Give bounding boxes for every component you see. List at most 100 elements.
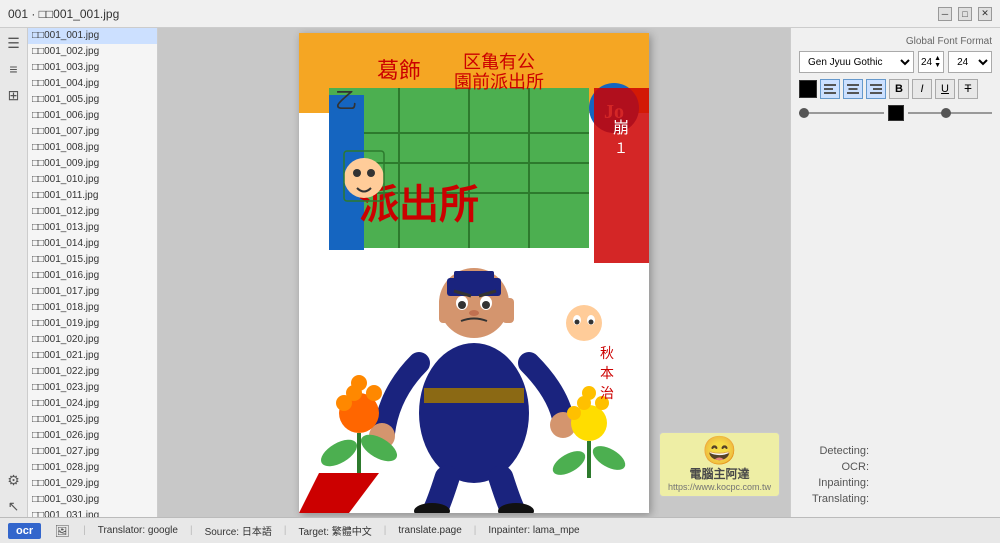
file-list-item[interactable]: □□001_023.jpg	[28, 380, 157, 396]
main-layout: ☰ ≡ ⊞ ⚙ ↖ □□001_001.jpg□□001_002.jpg□□00…	[0, 28, 1000, 517]
font-controls: Gen Jyuu GothicArialTimes New Roman 24 ▲…	[799, 51, 992, 73]
minimize-button[interactable]: ─	[938, 7, 952, 21]
file-list-item[interactable]: □□001_012.jpg	[28, 204, 157, 220]
file-list-item[interactable]: □□001_020.jpg	[28, 332, 157, 348]
inpainting-label: Inpainting:	[799, 477, 869, 489]
gear-icon[interactable]: ⚙	[3, 469, 25, 491]
file-list-item[interactable]: □□001_016.jpg	[28, 268, 157, 284]
svg-text:治: 治	[600, 386, 614, 402]
ocr-row: OCR:	[799, 461, 992, 473]
file-list-item[interactable]: □□001_008.jpg	[28, 140, 157, 156]
svg-text:崩: 崩	[613, 119, 629, 137]
align-center-button[interactable]	[843, 79, 863, 99]
file-list-item[interactable]: □□001_028.jpg	[28, 460, 157, 476]
manga-image-container: 派出所 葛飾 区亀有公 園前派出所 Jo 崩 １	[299, 33, 649, 513]
watermark-logo: 😄 電腦主阿達 https://www.kocpc.com.tw	[659, 432, 780, 497]
file-list-item[interactable]: □□001_021.jpg	[28, 348, 157, 364]
global-font-format-label: Global Font Format	[799, 36, 992, 47]
file-list-item[interactable]: □□001_029.jpg	[28, 476, 157, 492]
file-list-item[interactable]: □□001_030.jpg	[28, 492, 157, 508]
file-list-item[interactable]: □□001_005.jpg	[28, 92, 157, 108]
file-list-item[interactable]: □□001_009.jpg	[28, 156, 157, 172]
manga-cover: 派出所 葛飾 区亀有公 園前派出所 Jo 崩 １	[299, 33, 649, 513]
source-lang: Source: 日本語	[205, 523, 272, 538]
file-list-item[interactable]: □□001_017.jpg	[28, 284, 157, 300]
format-bar: B I U T	[799, 79, 992, 99]
font-size-select[interactable]: 1214161820242832	[948, 51, 992, 73]
svg-text:秋: 秋	[600, 346, 614, 362]
target-lang: Target: 繁體中文	[298, 523, 371, 538]
close-button[interactable]: ✕	[978, 7, 992, 21]
grid-view-icon[interactable]: ⊞	[3, 84, 25, 106]
translating-row: Translating:	[799, 493, 992, 505]
file-list-item[interactable]: □□001_018.jpg	[28, 300, 157, 316]
right-panel: Global Font Format Gen Jyuu GothicArialT…	[790, 28, 1000, 517]
ocr-label: OCR:	[799, 461, 869, 473]
inpainting-row: Inpainting:	[799, 477, 992, 489]
cursor-icon[interactable]: ↖	[3, 495, 25, 517]
font-family-select[interactable]: Gen Jyuu GothicArialTimes New Roman	[799, 51, 914, 73]
svg-text:区亀有公: 区亀有公	[463, 52, 535, 72]
window-controls: ─ □ ✕	[938, 7, 992, 21]
stroke-color-box[interactable]	[888, 105, 904, 121]
ocr-button[interactable]: ocr	[8, 523, 41, 539]
svg-text:葛飾: 葛飾	[377, 58, 421, 83]
file-list-panel[interactable]: □□001_001.jpg□□001_002.jpg□□001_003.jpg□…	[28, 28, 158, 517]
svg-text:１: １	[614, 142, 628, 157]
left-toolbar: ☰ ≡ ⊞ ⚙ ↖	[0, 28, 28, 517]
detecting-label: Detecting:	[799, 445, 869, 457]
file-list-item[interactable]: □□001_004.jpg	[28, 76, 157, 92]
file-list-item[interactable]: □□001_025.jpg	[28, 412, 157, 428]
translating-label: Translating:	[799, 493, 869, 505]
center-content: 派出所 葛飾 区亀有公 園前派出所 Jo 崩 １	[158, 28, 790, 517]
image-icon[interactable]: 🖼	[53, 522, 71, 540]
file-list-item[interactable]: □□001_003.jpg	[28, 60, 157, 76]
file-list-item[interactable]: □□001_007.jpg	[28, 124, 157, 140]
text-color-box[interactable]	[799, 80, 817, 98]
font-size-up[interactable]: ▲	[934, 55, 941, 62]
file-list-item[interactable]: □□001_013.jpg	[28, 220, 157, 236]
list-view-icon[interactable]: ☰	[3, 32, 25, 54]
title-bar: 001 · □□001_001.jpg ─ □ ✕	[0, 0, 1000, 28]
font-size-down[interactable]: ▼	[934, 62, 941, 69]
italic-button[interactable]: I	[912, 79, 932, 99]
file-list-item[interactable]: □□001_015.jpg	[28, 252, 157, 268]
underline-button[interactable]: U	[935, 79, 955, 99]
detecting-row: Detecting:	[799, 445, 992, 457]
file-list-item[interactable]: □□001_006.jpg	[28, 108, 157, 124]
align-left-button[interactable]	[820, 79, 840, 99]
file-list-item[interactable]: □□001_010.jpg	[28, 172, 157, 188]
logo-name: 電腦主阿達	[668, 465, 771, 482]
inpainter-info: Inpainter: lama_mpe	[488, 525, 579, 536]
logo-url: https://www.kocpc.com.tw	[668, 482, 771, 492]
file-list-item[interactable]: □□001_011.jpg	[28, 188, 157, 204]
slider-1[interactable]	[799, 112, 884, 114]
translate-page: translate.page	[398, 525, 461, 536]
file-list-item[interactable]: □□001_024.jpg	[28, 396, 157, 412]
align-right-button[interactable]	[866, 79, 886, 99]
status-area: Detecting: OCR: Inpainting: Translating:	[799, 445, 992, 509]
file-list-item[interactable]: □□001_026.jpg	[28, 428, 157, 444]
file-list-item[interactable]: □□001_031.jpg	[28, 508, 157, 517]
file-list-item[interactable]: □□001_019.jpg	[28, 316, 157, 332]
slider-2[interactable]	[908, 112, 993, 114]
slider-row	[799, 105, 992, 121]
bottom-bar: ocr 🖼 | Translator: google | Source: 日本語…	[0, 517, 1000, 543]
file-list-item[interactable]: □□001_002.jpg	[28, 44, 157, 60]
font-size-spinbox[interactable]: 24	[921, 57, 932, 68]
slider-2-handle[interactable]	[941, 108, 951, 118]
file-list-item[interactable]: □□001_014.jpg	[28, 236, 157, 252]
translator-info: Translator: google	[98, 525, 178, 536]
svg-text:本: 本	[600, 366, 614, 382]
window-title: 001 · □□001_001.jpg	[8, 7, 119, 21]
maximize-button[interactable]: □	[958, 7, 972, 21]
indent-icon[interactable]: ≡	[3, 58, 25, 80]
file-list-item[interactable]: □□001_001.jpg	[28, 28, 157, 44]
svg-text:園前派出所: 園前派出所	[454, 72, 544, 92]
strikethrough-button[interactable]: T	[958, 79, 978, 99]
slider-1-handle[interactable]	[799, 108, 809, 118]
bold-button[interactable]: B	[889, 79, 909, 99]
file-list-item[interactable]: □□001_027.jpg	[28, 444, 157, 460]
file-list-item[interactable]: □□001_022.jpg	[28, 364, 157, 380]
logo-face: 😄	[668, 437, 771, 465]
